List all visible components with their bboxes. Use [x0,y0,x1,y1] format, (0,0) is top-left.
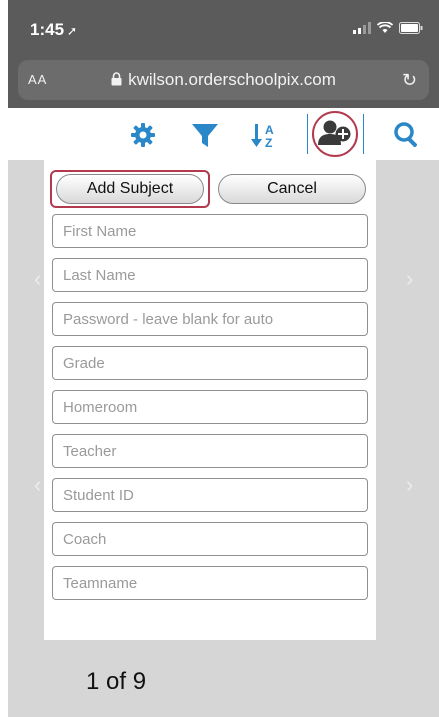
toolbar-divider [363,114,364,154]
chevron-right-icon[interactable]: › [406,266,413,292]
homeroom-field[interactable]: Homeroom [52,390,368,424]
page-counter: 1 of 9 [86,668,147,695]
status-bar: 1:45 ➚ [8,0,439,56]
status-icons [353,22,423,34]
coach-field[interactable]: Coach [52,522,368,556]
svg-text:Z: Z [265,136,272,150]
add-subject-button[interactable]: Add Subject [56,174,204,204]
add-subject-highlight: Add Subject [50,170,210,208]
grade-field[interactable]: Grade [52,346,368,380]
location-arrow-icon: ➚ [67,24,78,38]
toolbar: A Z [8,108,439,160]
search-button[interactable] [388,116,426,154]
domain-label: kwilson.orderschoolpix.com [128,70,336,89]
filter-button[interactable] [186,116,224,154]
chevron-left-icon[interactable]: ‹ [34,266,41,292]
gear-icon [131,123,155,147]
password-field[interactable]: Password - leave blank for auto [52,302,368,336]
form-actions: Add Subject Cancel [50,170,368,208]
wifi-icon [377,22,393,33]
time-label: 1:45 [30,20,65,39]
add-subject-form: Add Subject Cancel First Name Last Name … [44,160,376,640]
status-time: 1:45 ➚ [30,20,77,40]
svg-text:A: A [265,123,274,137]
toolbar-divider [307,114,308,154]
last-name-field[interactable]: Last Name [52,258,368,292]
add-user-button[interactable] [310,110,360,158]
add-user-icon [312,111,358,157]
cancel-button[interactable]: Cancel [218,174,366,204]
reload-icon[interactable]: ↻ [402,70,417,91]
address-field[interactable]: AA kwilson.orderschoolpix.com ↻ [18,60,429,100]
url-bar: AA kwilson.orderschoolpix.com ↻ [8,56,439,108]
teacher-field[interactable]: Teacher [52,434,368,468]
student-id-field[interactable]: Student ID [52,478,368,512]
signal-icon [353,22,371,34]
chevron-left-icon[interactable]: ‹ [34,472,41,498]
chevron-right-icon[interactable]: › [406,472,413,498]
lock-icon [111,72,122,86]
sort-az-icon: A Z [251,123,274,150]
teamname-field[interactable]: Teamname [52,566,368,600]
sort-button[interactable]: A Z [246,116,284,154]
search-icon [394,122,418,148]
domain-text: kwilson.orderschoolpix.com [18,70,429,90]
phone-screen: 1:45 ➚ AA kwilson.orderschoolpix.com ↻ A… [8,0,439,717]
battery-icon [399,22,423,34]
settings-button[interactable] [124,116,162,154]
first-name-field[interactable]: First Name [52,214,368,248]
filter-icon [192,124,218,147]
